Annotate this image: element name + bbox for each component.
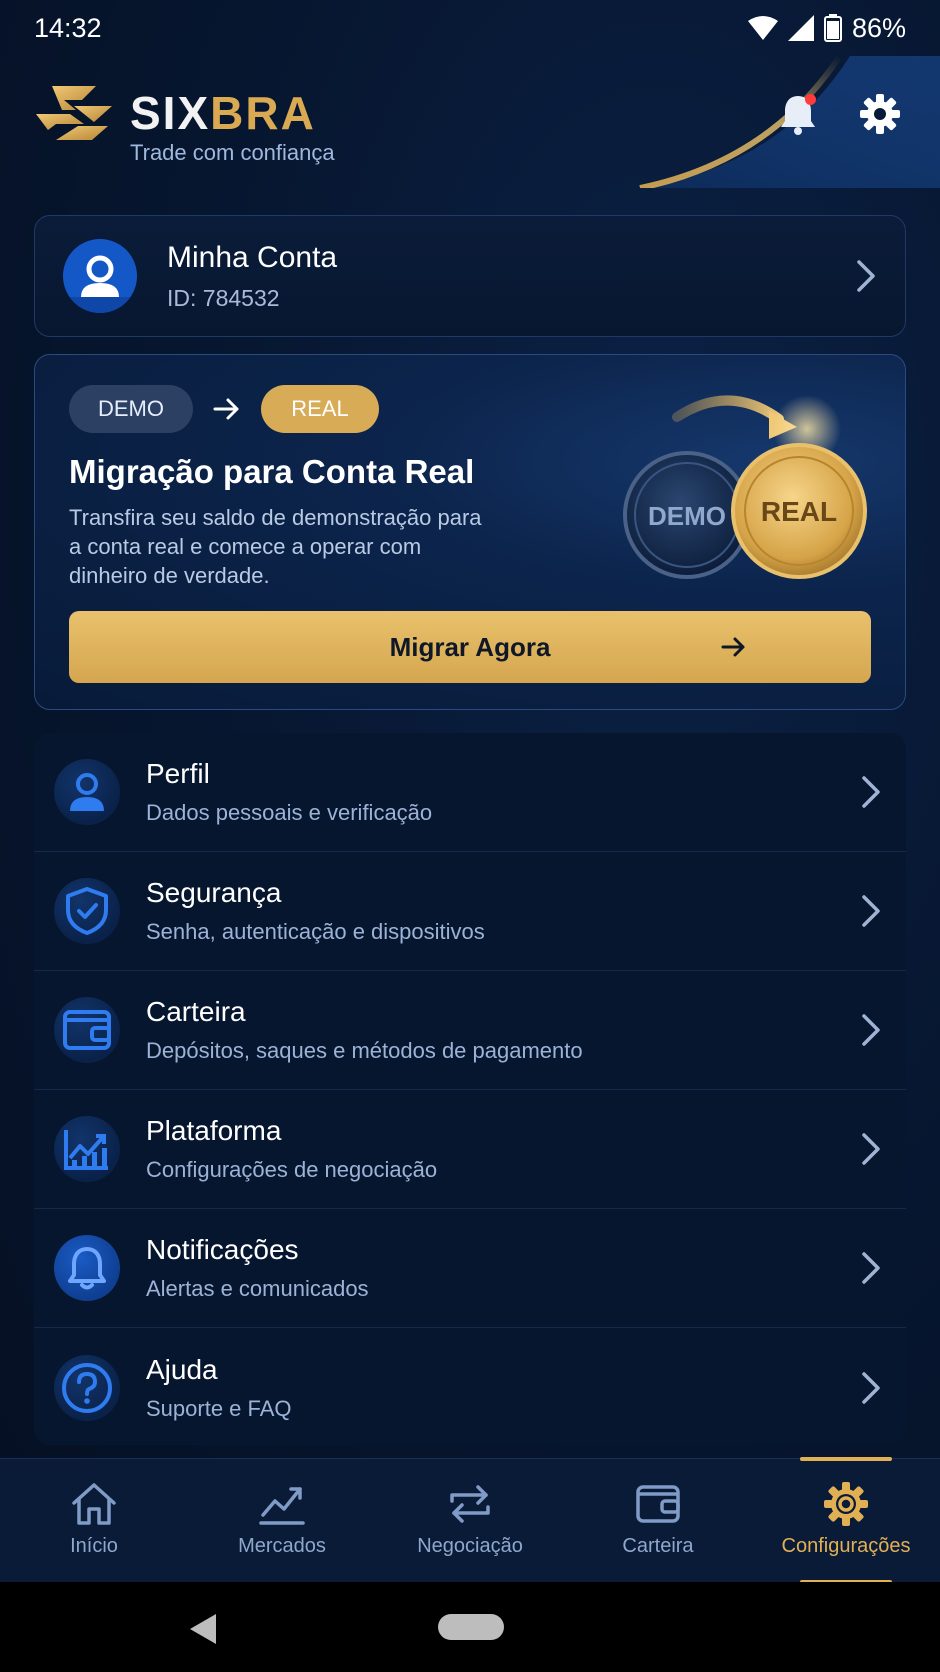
exchange-icon <box>450 1485 490 1523</box>
chevron-right-icon <box>862 1252 880 1284</box>
back-icon[interactable] <box>188 1612 218 1646</box>
nav-item-configuracoes[interactable]: Configurações <box>752 1457 940 1584</box>
wallet-icon <box>54 997 120 1063</box>
battery-icon <box>823 14 842 42</box>
signal-icon <box>787 15 814 41</box>
menu-item-plataforma[interactable]: Plataforma Configurações de negociação <box>34 1090 906 1209</box>
brand-name: SIXBRA <box>130 90 316 136</box>
brand-name-part2: BRA <box>210 87 316 139</box>
app-header: SIXBRA Trade com confiança <box>0 56 940 188</box>
menu-item-subtitle: Senha, autenticação e dispositivos <box>146 919 485 944</box>
menu-item-text: Ajuda Suporte e FAQ <box>146 1354 860 1422</box>
migrate-now-button[interactable]: Migrar Agora <box>69 611 871 683</box>
status-bar: 14:32 86% <box>0 0 940 56</box>
chevron-right-icon <box>862 1371 880 1404</box>
menu-item-subtitle: Configurações de negociação <box>146 1157 438 1182</box>
migrate-now-label: Migrar Agora <box>389 631 551 662</box>
menu-item-text: Perfil Dados pessoais e verificação <box>146 758 860 826</box>
shield-icon <box>54 878 120 944</box>
nav-item-mercados[interactable]: Mercados <box>188 1459 376 1582</box>
menu-item-text: Carteira Depósitos, saques e métodos de … <box>146 996 860 1064</box>
menu-item-subtitle: Suporte e FAQ <box>146 1395 292 1421</box>
menu-item-text: Notificações Alertas e comunicados <box>146 1234 860 1302</box>
migration-card: DEMO REAL Migração para Conta Real Trans… <box>34 354 906 710</box>
coin-demo-label: DEMO <box>648 501 726 531</box>
menu-item-title: Plataforma <box>146 1115 282 1146</box>
settings-screen: 14:32 86% SIXBRA Trade com confiança Min… <box>0 0 940 1672</box>
demo-to-real-coins-illustration: DEMO REAL <box>623 395 867 579</box>
nav-item-negociacao[interactable]: Negociação <box>376 1459 564 1582</box>
menu-item-perfil[interactable]: Perfil Dados pessoais e verificação <box>34 733 906 852</box>
menu-item-title: Perfil <box>146 758 210 789</box>
settings-menu: Perfil Dados pessoais e verificação Segu… <box>34 733 906 1445</box>
nav-item-inicio[interactable]: Início <box>0 1459 188 1582</box>
chevron-right-icon <box>857 260 875 292</box>
wallet-icon <box>636 1485 680 1523</box>
brand-name-part1: SIX <box>130 87 211 139</box>
account-name: Minha Conta <box>167 240 338 274</box>
menu-item-seguranca[interactable]: Segurança Senha, autenticação e disposit… <box>34 852 906 971</box>
user-icon <box>54 759 120 825</box>
system-navigation-bar <box>0 1582 940 1672</box>
wifi-icon <box>747 16 778 40</box>
menu-item-subtitle: Alertas e comunicados <box>146 1276 369 1301</box>
chevron-right-icon <box>862 776 880 808</box>
markets-icon <box>259 1487 305 1525</box>
migration-description: Transfira seu saldo de demonstração para… <box>69 505 482 588</box>
logo-mark-icon <box>36 86 112 140</box>
menu-item-title: Segurança <box>146 877 282 908</box>
menu-item-title: Notificações <box>146 1234 299 1265</box>
settings-button[interactable] <box>852 86 908 142</box>
menu-item-carteira[interactable]: Carteira Depósitos, saques e métodos de … <box>34 971 906 1090</box>
bottom-navigation: Início Mercados Negociação Carteira Conf… <box>0 1457 940 1584</box>
nav-item-carteira[interactable]: Carteira <box>564 1459 752 1582</box>
active-tab-indicator <box>800 1457 892 1461</box>
migration-flow: DEMO REAL <box>69 385 379 433</box>
help-icon <box>54 1354 120 1421</box>
menu-item-ajuda[interactable]: Ajuda Suporte e FAQ <box>34 1328 906 1445</box>
menu-item-text: Plataforma Configurações de negociação <box>146 1115 860 1183</box>
home-pill-button[interactable] <box>438 1614 504 1640</box>
coin-real-label: REAL <box>761 496 837 527</box>
menu-item-notificacoes[interactable]: Notificações Alertas e comunicados <box>34 1209 906 1328</box>
nav-item-label: Configurações <box>781 1535 911 1557</box>
nav-item-label: Início <box>70 1535 118 1557</box>
menu-item-title: Carteira <box>146 996 246 1027</box>
app-logo: SIXBRA <box>34 82 316 144</box>
gear-icon <box>860 94 900 134</box>
home-icon <box>72 1483 116 1525</box>
nav-item-label: Negociação <box>417 1535 523 1557</box>
user-icon <box>63 255 137 313</box>
account-card[interactable]: Minha Conta ID: 784532 <box>34 215 906 337</box>
chevron-right-icon <box>862 895 880 927</box>
menu-item-subtitle: Dados pessoais e verificação <box>146 800 433 825</box>
menu-item-subtitle: Depósitos, saques e métodos de pagamento <box>146 1038 583 1063</box>
demo-badge: DEMO <box>69 385 193 433</box>
notifications-button[interactable] <box>770 86 826 142</box>
battery-percent: 86% <box>851 12 906 43</box>
avatar <box>63 239 137 313</box>
status-time: 14:32 <box>34 12 102 43</box>
chart-icon <box>54 1116 120 1182</box>
migration-title: Migração para Conta Real <box>69 453 475 490</box>
gear-icon <box>824 1482 868 1526</box>
arrow-right-icon <box>213 398 239 420</box>
chevron-right-icon <box>862 1014 880 1046</box>
account-id: ID: 784532 <box>167 284 280 311</box>
brand-tagline: Trade com confiança <box>130 140 335 165</box>
chevron-right-icon <box>862 1133 880 1165</box>
menu-item-title: Ajuda <box>146 1353 218 1385</box>
arrow-right-icon <box>721 637 745 657</box>
real-badge: REAL <box>261 385 379 433</box>
bell-icon <box>54 1235 120 1301</box>
nav-item-label: Carteira <box>622 1535 694 1557</box>
menu-item-text: Segurança Senha, autenticação e disposit… <box>146 877 860 945</box>
nav-item-label: Mercados <box>238 1535 326 1557</box>
notification-dot <box>805 94 816 105</box>
status-icons: 86% <box>747 12 906 44</box>
account-info: Minha Conta ID: 784532 <box>167 241 855 312</box>
